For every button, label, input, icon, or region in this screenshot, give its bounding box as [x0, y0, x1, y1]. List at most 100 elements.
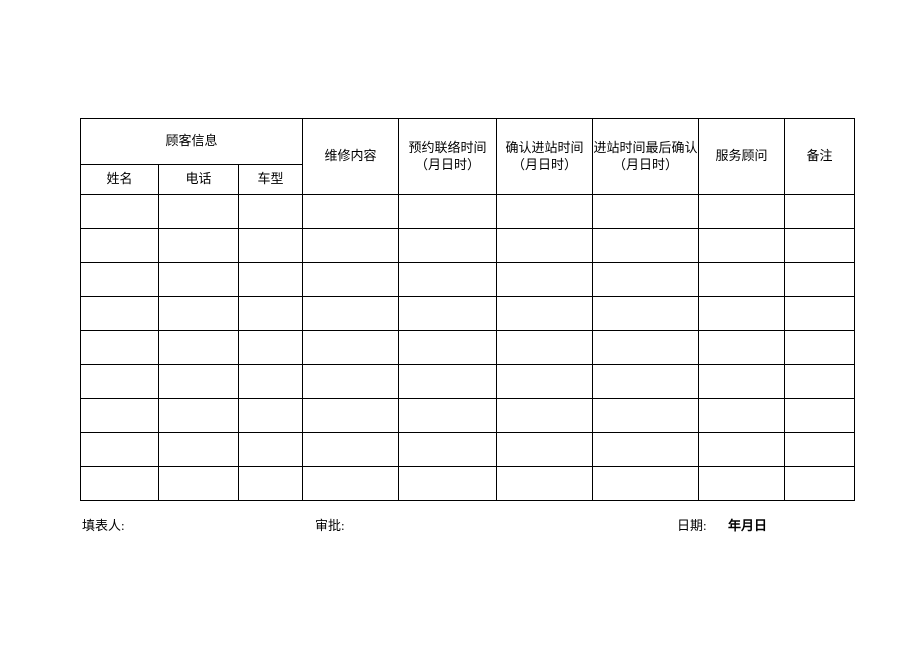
footer-approve-label: 审批: — [315, 515, 345, 534]
cell-reserve — [399, 365, 497, 399]
cell-model — [239, 297, 303, 331]
header-confirm-entry-time: 确认进站时间（月日时） — [497, 119, 593, 195]
cell-note — [785, 195, 855, 229]
cell-content — [303, 433, 399, 467]
cell-reserve — [399, 297, 497, 331]
cell-advisor — [699, 229, 785, 263]
cell-reserve — [399, 467, 497, 501]
cell-name — [81, 467, 159, 501]
cell-final — [593, 195, 699, 229]
cell-content — [303, 195, 399, 229]
footer-row: 填表人: 审批: 日期: 年月日 — [80, 515, 855, 535]
cell-confirm — [497, 365, 593, 399]
cell-content — [303, 263, 399, 297]
cell-note — [785, 433, 855, 467]
cell-name — [81, 263, 159, 297]
cell-model — [239, 331, 303, 365]
cell-confirm — [497, 433, 593, 467]
cell-advisor — [699, 297, 785, 331]
cell-phone — [159, 433, 239, 467]
cell-name — [81, 297, 159, 331]
footer-preparer-label: 填表人: — [82, 515, 125, 534]
cell-model — [239, 263, 303, 297]
header-name: 姓名 — [81, 165, 159, 195]
cell-confirm — [497, 399, 593, 433]
cell-final — [593, 365, 699, 399]
cell-content — [303, 297, 399, 331]
cell-phone — [159, 399, 239, 433]
cell-final — [593, 399, 699, 433]
cell-content — [303, 365, 399, 399]
header-reserve-time: 预约联络时间（月日时） — [399, 119, 497, 195]
cell-final — [593, 297, 699, 331]
cell-name — [81, 331, 159, 365]
cell-advisor — [699, 263, 785, 297]
cell-content — [303, 331, 399, 365]
cell-confirm — [497, 263, 593, 297]
cell-note — [785, 467, 855, 501]
cell-final — [593, 433, 699, 467]
cell-final — [593, 229, 699, 263]
cell-note — [785, 229, 855, 263]
cell-advisor — [699, 399, 785, 433]
cell-model — [239, 399, 303, 433]
cell-advisor — [699, 331, 785, 365]
cell-name — [81, 365, 159, 399]
cell-final — [593, 331, 699, 365]
cell-phone — [159, 331, 239, 365]
table-row — [81, 433, 855, 467]
cell-advisor — [699, 467, 785, 501]
header-entry-final-confirm: 进站时间最后确认（月日时） — [593, 119, 699, 195]
cell-confirm — [497, 467, 593, 501]
cell-content — [303, 229, 399, 263]
cell-model — [239, 365, 303, 399]
cell-note — [785, 263, 855, 297]
cell-phone — [159, 229, 239, 263]
cell-phone — [159, 297, 239, 331]
table-body — [81, 195, 855, 501]
cell-phone — [159, 195, 239, 229]
cell-confirm — [497, 297, 593, 331]
cell-confirm — [497, 331, 593, 365]
header-customer-info-group: 顾客信息 — [81, 119, 303, 165]
cell-note — [785, 399, 855, 433]
cell-advisor — [699, 195, 785, 229]
cell-model — [239, 467, 303, 501]
footer-date-label: 日期: — [677, 515, 707, 534]
table-row — [81, 229, 855, 263]
cell-final — [593, 467, 699, 501]
cell-phone — [159, 467, 239, 501]
cell-final — [593, 263, 699, 297]
footer-date-value: 年月日 — [728, 515, 767, 534]
cell-content — [303, 399, 399, 433]
cell-reserve — [399, 263, 497, 297]
table-row — [81, 467, 855, 501]
cell-name — [81, 229, 159, 263]
cell-reserve — [399, 399, 497, 433]
cell-name — [81, 195, 159, 229]
cell-model — [239, 433, 303, 467]
cell-phone — [159, 263, 239, 297]
header-phone: 电话 — [159, 165, 239, 195]
cell-advisor — [699, 433, 785, 467]
cell-phone — [159, 365, 239, 399]
table-row — [81, 297, 855, 331]
cell-model — [239, 229, 303, 263]
cell-confirm — [497, 195, 593, 229]
cell-content — [303, 467, 399, 501]
table-row — [81, 365, 855, 399]
cell-name — [81, 399, 159, 433]
cell-name — [81, 433, 159, 467]
cell-reserve — [399, 195, 497, 229]
cell-confirm — [497, 229, 593, 263]
cell-reserve — [399, 229, 497, 263]
cell-reserve — [399, 331, 497, 365]
cell-note — [785, 365, 855, 399]
cell-note — [785, 331, 855, 365]
cell-advisor — [699, 365, 785, 399]
cell-reserve — [399, 433, 497, 467]
header-repair-content: 维修内容 — [303, 119, 399, 195]
header-note: 备注 — [785, 119, 855, 195]
table-row — [81, 399, 855, 433]
cell-model — [239, 195, 303, 229]
